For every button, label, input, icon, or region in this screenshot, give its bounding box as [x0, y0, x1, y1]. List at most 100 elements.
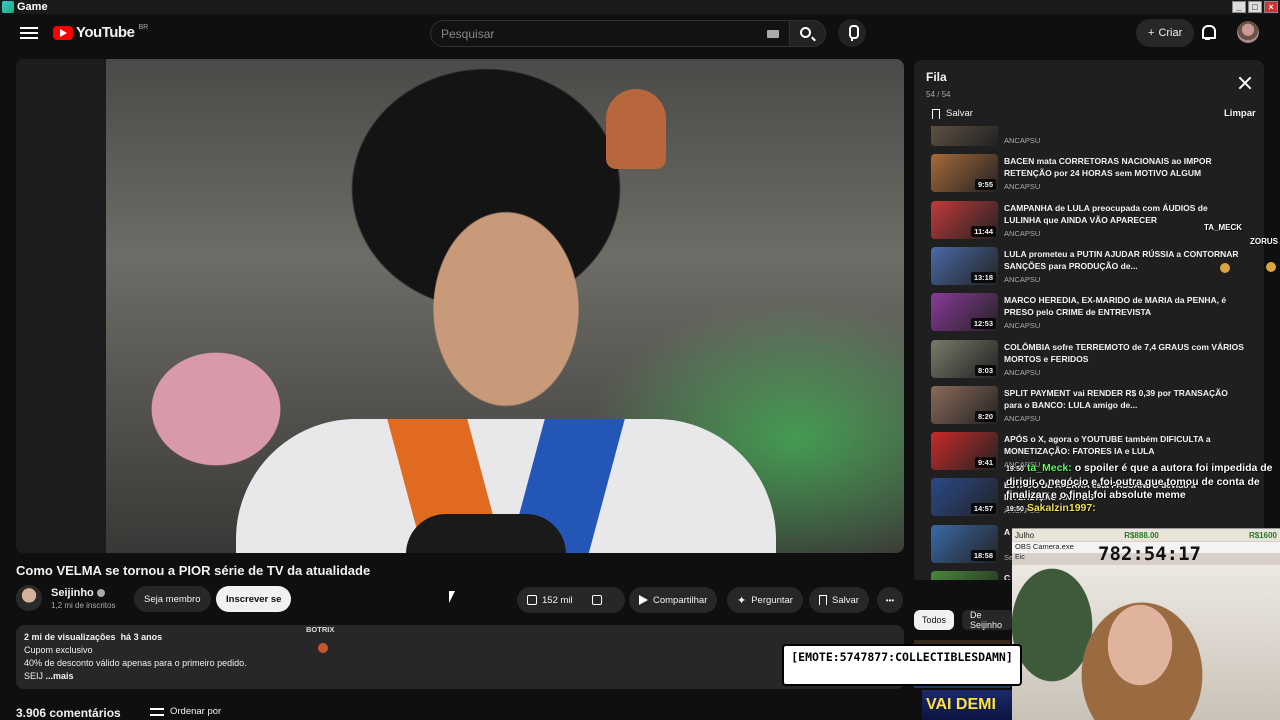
duration-badge: 18:58: [970, 549, 996, 561]
queue-thumbnail[interactable]: 8:03: [931, 339, 998, 378]
chat-username: ta_Meck:: [1026, 462, 1072, 474]
duration-badge: 11:44: [971, 225, 996, 237]
queue-clear-button[interactable]: Limpar: [1224, 108, 1256, 119]
join-button[interactable]: Seja membro: [134, 586, 211, 612]
sprite-icon: [318, 643, 328, 653]
share-button[interactable]: Compartilhar: [629, 587, 718, 613]
ask-label: Perguntar: [751, 594, 793, 606]
queue-thumbnail[interactable]: 14:57: [931, 478, 998, 517]
video-title: Como VELMA se tornou a PIOR série de TV …: [16, 563, 371, 578]
queue-thumbnail[interactable]: 9:55: [931, 154, 998, 193]
sparkle-icon: ✦: [737, 594, 747, 607]
queue-item[interactable]: ANCAPSU: [931, 126, 1261, 152]
plus-icon: +: [1148, 27, 1155, 39]
description-truncated: SEIJ: [24, 671, 44, 681]
queue-thumbnail[interactable]: 9:41: [931, 432, 998, 471]
close-icon[interactable]: [1238, 76, 1252, 90]
dislike-icon[interactable]: [591, 595, 602, 605]
save-button[interactable]: Salvar: [809, 587, 869, 613]
duration-badge: 9:55: [974, 179, 996, 191]
queue-thumbnail[interactable]: 18:58: [931, 524, 998, 563]
sort-comments-button[interactable]: Ordenar por: [150, 706, 221, 717]
camera-eic-label: Eic: [1015, 554, 1025, 561]
ask-button[interactable]: ✦ Perguntar: [727, 587, 803, 613]
youtube-logo[interactable]: YouTube BR: [53, 24, 148, 41]
queue-thumbnail[interactable]: 28:38: [931, 571, 998, 580]
channel-avatar[interactable]: [16, 585, 42, 611]
search-icon: [800, 27, 811, 38]
webcam-feed: [1012, 565, 1280, 720]
window-title: Game: [17, 1, 48, 13]
queue-item-title[interactable]: APÓS o X, agora o YOUTUBE também DIFICUL…: [1004, 433, 1244, 457]
video-player[interactable]: [16, 59, 904, 553]
account-avatar[interactable]: [1237, 21, 1259, 43]
queue-item-title[interactable]: SPLIT PAYMENT vai RENDER R$ 0,39 por TRA…: [1004, 387, 1244, 411]
chat-username: Sakalzin1997:: [1026, 502, 1096, 514]
queue-item[interactable]: 8:20 SPLIT PAYMENT vai RENDER R$ 0,39 por…: [931, 385, 1261, 430]
queue-thumbnail[interactable]: 12:53: [931, 293, 998, 332]
stream-chat-overlay: 19:50 ta_Meck: o spoiler é que a autora …: [1006, 462, 1276, 516]
description-box[interactable]: 2 mi de visualizações há 3 anos Cupom ex…: [16, 625, 904, 689]
chat-message-1: 19:50 ta_Meck: o spoiler é que a autora …: [1006, 462, 1276, 502]
duration-badge: 12:53: [970, 318, 996, 330]
duration-badge: 9:41: [974, 457, 996, 469]
more-actions-button[interactable]: •••: [877, 587, 903, 613]
queue-thumbnail[interactable]: [931, 126, 998, 146]
related-thumbnail-text[interactable]: VAI DEMI: [922, 690, 1012, 720]
window-close-button[interactable]: ×: [1264, 1, 1278, 13]
minimize-button[interactable]: _: [1232, 1, 1246, 13]
queue-item-channel: ANCAPSU: [1004, 228, 1041, 238]
notifications-bell-icon[interactable]: [1200, 24, 1216, 40]
queue-item-title[interactable]: BACEN mata CORRETORAS NACIONAIS ao IMPOR…: [1004, 155, 1244, 179]
queue-item-channel: ANCAPSU: [1004, 321, 1041, 331]
goal-target: R$1600: [1248, 530, 1277, 540]
sprite-icon: [1266, 262, 1276, 272]
like-count[interactable]: 152 mil: [542, 595, 573, 606]
queue-item[interactable]: 12:53 MARCO HEREDIA, EX-MARIDO de MARIA d…: [931, 293, 1261, 337]
queue-item-channel: ANCAPSU: [1004, 274, 1041, 284]
queue-title: Fila: [926, 70, 947, 84]
sort-icon: [150, 707, 164, 716]
verified-icon: [96, 589, 105, 598]
video-frame-plush: [606, 89, 666, 169]
stream-timer: 782:54:17: [1098, 543, 1201, 565]
comments-count: 3.906 comentários: [16, 706, 121, 720]
search-input[interactable]: [431, 21, 751, 46]
queue-item-title[interactable]: MARCO HEREDIA, EX-MARIDO de MARIA da PEN…: [1004, 294, 1244, 318]
chip-from-channel[interactable]: De Seijinho: [962, 610, 1014, 630]
queue-item-title[interactable]: CAMPANHA de LULA preocupada com ÁUDIOS d…: [1004, 202, 1244, 226]
channel-name[interactable]: Seijinho: [51, 587, 105, 599]
queue-item-title[interactable]: COLÔMBIA sofre TERREMOTO de 7,4 GRAUS co…: [1004, 341, 1244, 365]
queue-item-channel: ANCAPSU: [1004, 136, 1041, 145]
queue-item[interactable]: 13:18 LULA prometeu a PUTIN AJUDAR RÚSSIA…: [931, 246, 1261, 291]
queue-item-title[interactable]: LULA prometeu a PUTIN AJUDAR RÚSSIA a CO…: [1004, 248, 1244, 272]
chip-all[interactable]: Todos: [914, 610, 955, 630]
voice-search-button[interactable]: [838, 19, 866, 47]
maximize-button[interactable]: □: [1248, 1, 1262, 13]
goal-current: R$888.00: [1124, 530, 1159, 540]
create-label: Criar: [1158, 27, 1183, 39]
queue-thumbnail[interactable]: 8:20: [931, 385, 998, 424]
duration-badge: 8:03: [974, 364, 996, 376]
chat-message-2: 19:50 Sakalzin1997:: [1006, 502, 1276, 516]
search-button[interactable]: [790, 20, 826, 47]
keyboard-icon[interactable]: [767, 30, 779, 38]
app-icon: [2, 1, 14, 13]
show-more-link[interactable]: ...mais: [46, 671, 74, 681]
queue-thumbnail[interactable]: 11:44: [931, 200, 998, 239]
mouse-cursor-icon: [449, 591, 455, 603]
queue-thumbnail[interactable]: 13:18: [931, 246, 998, 285]
queue-item[interactable]: 8:03 COLÔMBIA sofre TERREMOTO de 7,4 GRAU…: [931, 339, 1261, 384]
window-titlebar: Game _ □ ×: [0, 0, 1280, 14]
video-frame-shelf: [16, 59, 106, 553]
hamburger-menu-icon[interactable]: [20, 24, 38, 40]
queue-item[interactable]: 9:55 BACEN mata CORRETORAS NACIONAIS ao I…: [931, 154, 1261, 198]
like-icon[interactable]: [527, 595, 537, 605]
queue-save-button[interactable]: Salvar: [932, 108, 973, 119]
subscribe-button[interactable]: Inscrever se: [216, 586, 292, 612]
webcam-overlay: Julho R$888.00 R$1600 OBS Camera.exe 782…: [1012, 528, 1280, 720]
queue-item-channel: ANCAPSU: [1004, 182, 1041, 192]
share-icon: [639, 595, 648, 605]
create-button[interactable]: + Criar: [1136, 19, 1195, 47]
channel-name-text: Seijinho: [51, 587, 94, 599]
